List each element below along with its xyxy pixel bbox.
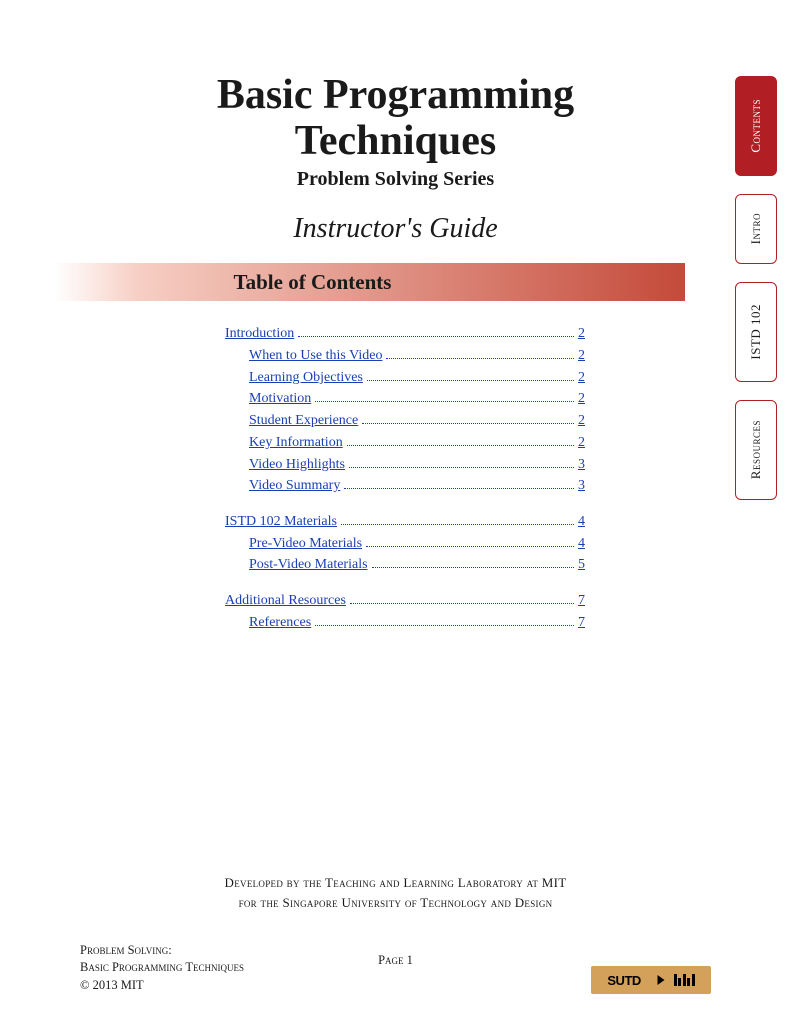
side-tab[interactable]: Intro [735, 194, 777, 264]
toc-label: Key Information [249, 432, 343, 454]
toc-label: Video Summary [249, 475, 340, 497]
toc-link[interactable]: Motivation 2 [225, 388, 585, 410]
toc-link[interactable]: Post-Video Materials 5 [225, 554, 585, 576]
credit-line-2: for the Singapore University of Technolo… [0, 893, 791, 913]
toc-page-number: 3 [578, 454, 585, 476]
toc-link[interactable]: Video Highlights 3 [225, 454, 585, 476]
toc-link[interactable]: Learning Objectives 2 [225, 367, 585, 389]
toc-label: ISTD 102 Materials [225, 511, 337, 533]
toc-link[interactable]: References 7 [225, 612, 585, 634]
toc-page-number: 2 [578, 345, 585, 367]
toc-page-number: 2 [578, 410, 585, 432]
credit-block: Developed by the Teaching and Learning L… [0, 873, 791, 912]
footer-left: Problem Solving: Basic Programming Techn… [80, 942, 244, 995]
footer-title: Basic Programming Techniques [80, 959, 244, 977]
toc-label: Pre-Video Materials [249, 533, 362, 555]
toc-page-number: 2 [578, 367, 585, 389]
toc-leader-dots [315, 625, 574, 626]
toc-link[interactable]: ISTD 102 Materials 4 [225, 511, 585, 533]
toc-leader-dots [315, 401, 574, 402]
toc-page-number: 4 [578, 533, 585, 555]
toc-link[interactable]: Pre-Video Materials 4 [225, 533, 585, 555]
toc-label: Motivation [249, 388, 311, 410]
side-tab-label: Resources [748, 420, 764, 479]
toc-leader-dots [362, 423, 574, 424]
toc-label: Introduction [225, 323, 294, 345]
logo-arrow-icon [657, 975, 664, 985]
toc-leader-dots [350, 603, 574, 604]
toc-leader-dots [366, 546, 574, 547]
side-tab[interactable]: Contents [735, 76, 777, 176]
toc-leader-dots [344, 488, 574, 489]
sutd-mit-logo: SUTD [591, 966, 711, 994]
toc-link[interactable]: Video Summary 3 [225, 475, 585, 497]
toc-page-number: 7 [578, 590, 585, 612]
toc-label: Additional Resources [225, 590, 346, 612]
toc-label: Student Experience [249, 410, 358, 432]
toc-group: Additional Resources 7 References 7 [225, 590, 585, 633]
toc-group: Introduction2When to Use this Video2Lear… [225, 323, 585, 497]
toc-label: Post-Video Materials [249, 554, 368, 576]
toc-page-number: 4 [578, 511, 585, 533]
toc-link[interactable]: Student Experience 2 [225, 410, 585, 432]
toc-label: Learning Objectives [249, 367, 363, 389]
side-tab-label: ISTD 102 [748, 304, 764, 360]
footer-page-number: Page 1 [378, 953, 413, 968]
toc-page-number: 2 [578, 432, 585, 454]
toc-link[interactable]: When to Use this Video 2 [225, 345, 585, 367]
toc-page-number: 7 [578, 612, 585, 634]
footer-copyright: © 2013 MIT [80, 977, 244, 995]
instructors-guide-label: Instructor's Guide [0, 213, 791, 245]
title-line-2: Techniques [295, 118, 497, 164]
credit-line-1: Developed by the Teaching and Learning L… [0, 873, 791, 893]
table-of-contents: Introduction2When to Use this Video2Lear… [225, 323, 585, 633]
logo-sutd-text: SUTD [607, 973, 640, 988]
toc-label: References [249, 612, 311, 634]
title-line-1: Basic Programming [217, 72, 574, 118]
logo-mit-icon [674, 974, 695, 986]
toc-leader-dots [298, 336, 574, 337]
toc-page-number: 2 [578, 388, 585, 410]
side-tabs: Contents Intro ISTD 102 Resources [735, 76, 777, 500]
side-tab-label: Intro [748, 213, 764, 244]
toc-label: When to Use this Video [249, 345, 382, 367]
document-title: Basic Programming Techniques [0, 72, 791, 164]
page-footer: Problem Solving: Basic Programming Techn… [80, 942, 711, 995]
toc-page-number: 2 [578, 323, 585, 345]
side-tab[interactable]: Resources [735, 400, 777, 500]
toc-leader-dots [347, 445, 574, 446]
toc-leader-dots [386, 358, 574, 359]
document-subtitle: Problem Solving Series [0, 168, 791, 191]
footer-series: Problem Solving: [80, 942, 244, 960]
toc-leader-dots [367, 380, 574, 381]
toc-leader-dots [372, 567, 574, 568]
toc-link[interactable]: Introduction 2 [225, 323, 585, 345]
toc-page-number: 3 [578, 475, 585, 497]
toc-leader-dots [349, 467, 574, 468]
toc-group: ISTD 102 Materials4Pre-Video Materials4P… [225, 511, 585, 576]
toc-label: Video Highlights [249, 454, 345, 476]
toc-link[interactable]: Additional Resources 7 [225, 590, 585, 612]
toc-leader-dots [341, 524, 574, 525]
toc-page-number: 5 [578, 554, 585, 576]
toc-link[interactable]: Key Information 2 [225, 432, 585, 454]
side-tab-label: Contents [748, 99, 764, 153]
side-tab[interactable]: ISTD 102 [735, 282, 777, 382]
toc-header-text: Table of Contents [234, 270, 392, 295]
toc-header-bar: Table of Contents [0, 263, 685, 301]
